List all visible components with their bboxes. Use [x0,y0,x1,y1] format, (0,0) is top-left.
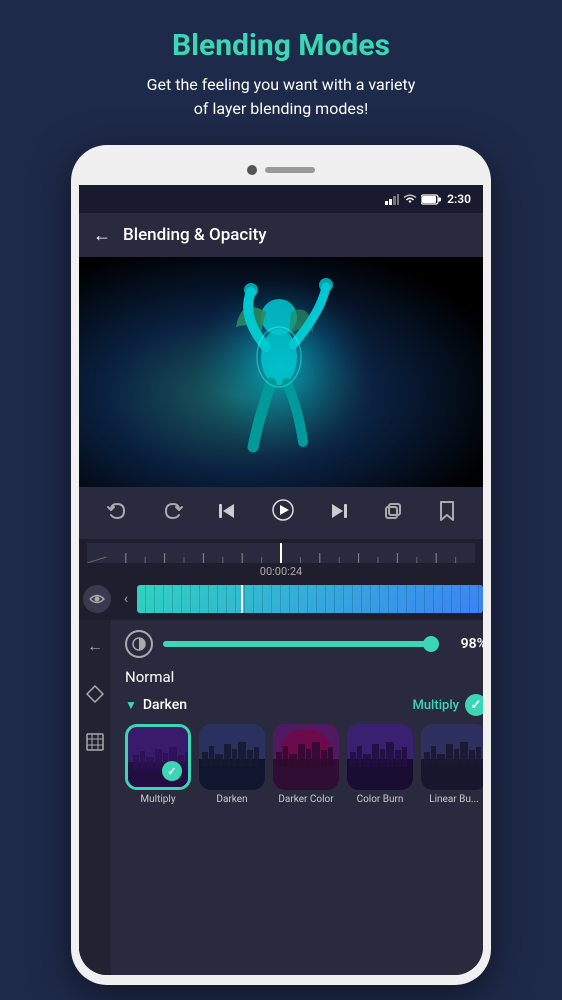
slider-fill [163,641,433,647]
redo-button[interactable] [157,496,189,531]
app-screen: 2:30 ← Blending & Opacity [79,185,483,975]
linear-burn-thumbnail[interactable] [421,724,483,790]
section-title-text: Darken [143,697,187,713]
timeline-track-row: ‹ [79,580,483,618]
skip-end-button[interactable] [324,496,354,531]
blend-thumbnails: ✓ Multiply [125,724,483,811]
blend-thumb-color-burn[interactable]: Color Burn [347,724,413,805]
darken-label: Darken [216,794,247,805]
video-preview [79,257,483,487]
section-arrow-icon: ▼ [125,698,137,712]
darker-color-label: Darker Color [278,794,333,805]
playback-controls [79,487,483,539]
page-subtitle: Get the feeling you want with a varietyo… [40,73,522,121]
video-background [79,257,483,487]
diamond-icon [86,685,104,703]
crop-tool-button[interactable] [79,726,111,758]
dancer-figure [171,257,391,477]
bookmark-button[interactable] [433,495,461,532]
opacity-row: 98% [111,620,483,664]
clip-pattern [137,585,483,613]
skip-start-button[interactable] [212,496,242,531]
signal-icon [385,194,399,205]
multiply-check: ✓ [162,761,182,781]
eye-icon [89,593,105,605]
play-button[interactable] [266,493,300,533]
active-mode-label: Multiply [412,698,459,713]
phone-inner: 2:30 ← Blending & Opacity [79,155,483,975]
ruler-svg [87,543,475,563]
track-scroll-left[interactable]: ‹ [115,585,137,613]
blend-mode-current: Normal [111,664,483,694]
slider-thumb [423,636,439,652]
duplicate-button[interactable] [377,496,409,531]
battery-icon [421,194,441,205]
timeline-area: 00:00:24 ‹ [79,539,483,620]
page-title: Blending Modes [40,28,522,63]
opacity-circle-icon [131,636,147,652]
color-burn-thumbnail[interactable] [347,724,413,790]
crop-icon [86,733,104,751]
undo-button[interactable] [101,496,133,531]
shape-tool-button[interactable] [79,678,111,710]
phone-top-bar [79,155,483,185]
linear-burn-label: Linear Bu... [429,794,479,805]
opacity-value: 98% [449,636,483,652]
bottom-panel: ← [79,620,483,975]
panel-content: 98% Normal ▼ Darken Multiply [111,620,483,975]
multiply-label: Multiply [140,794,175,805]
section-title: ▼ Darken [125,697,187,713]
opacity-slider[interactable] [163,641,439,647]
blend-section: ▼ Darken Multiply ✓ [111,694,483,811]
track-clip [137,585,483,613]
phone-speaker [265,167,315,173]
blend-thumb-linear-burn[interactable]: Linear Bu... [421,724,483,805]
section-active-indicator: Multiply ✓ [412,694,483,716]
darken-thumbnail[interactable] [199,724,265,790]
darker-color-thumbnail[interactable] [273,724,339,790]
blend-thumb-darker-color[interactable]: Darker Color [273,724,339,805]
status-time: 2:30 [447,192,471,206]
timeline-time: 00:00:24 [79,563,483,580]
side-tools: ← [79,620,111,975]
track-playhead [241,585,243,613]
timeline-ruler [87,543,475,563]
active-check-icon: ✓ [465,694,483,716]
page-header: Blending Modes Get the feeling you want … [0,0,562,141]
back-button[interactable]: ← [93,225,111,246]
nav-bar: ← Blending & Opacity [79,213,483,257]
blend-section-header: ▼ Darken Multiply ✓ [125,694,483,716]
opacity-icon [125,630,153,658]
blend-thumb-darken[interactable]: Darken [199,724,265,805]
blend-thumb-multiply[interactable]: ✓ Multiply [125,724,191,805]
wifi-icon [403,194,417,205]
color-burn-label: Color Burn [357,794,404,805]
back-tool-button[interactable]: ← [79,630,111,662]
phone-camera [247,165,257,175]
multiply-thumbnail[interactable]: ✓ [125,724,191,790]
track-visibility-toggle[interactable] [83,585,111,613]
phone-frame: 2:30 ← Blending & Opacity [71,145,491,985]
status-bar: 2:30 [79,185,483,213]
nav-title: Blending & Opacity [123,225,267,245]
status-icons [385,194,441,205]
